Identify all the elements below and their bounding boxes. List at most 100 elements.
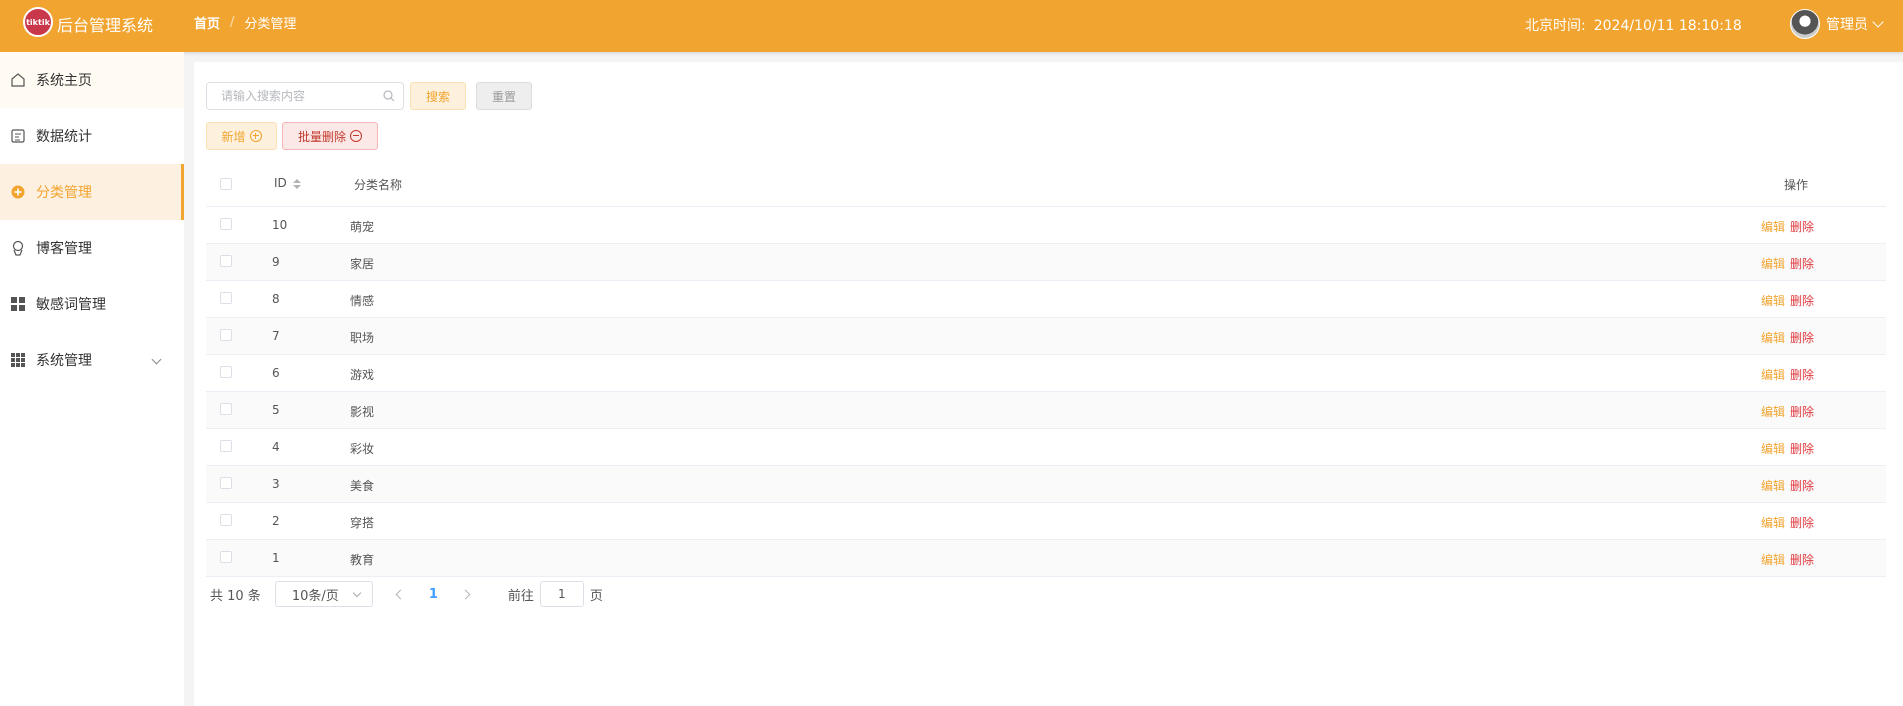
- chevron-down-icon[interactable]: [151, 354, 162, 365]
- add-button-label: 新增: [221, 129, 246, 144]
- delete-link[interactable]: 删除: [1790, 405, 1814, 419]
- edit-link[interactable]: 编辑: [1761, 368, 1785, 382]
- search-icon: [382, 89, 396, 103]
- row-id: 5: [272, 403, 280, 417]
- row-name: 家居: [350, 257, 375, 271]
- app-logo[interactable]: tiktik: [23, 7, 53, 37]
- select-all-checkbox[interactable]: [220, 178, 232, 190]
- row-name: 影视: [350, 405, 375, 419]
- avatar[interactable]: [1790, 9, 1820, 39]
- delete-link[interactable]: 删除: [1790, 479, 1814, 493]
- row-id: 9: [272, 255, 280, 269]
- row-checkbox[interactable]: [220, 255, 232, 267]
- table-row: 8 情感 编辑 删除: [206, 281, 1886, 318]
- delete-link[interactable]: 删除: [1790, 294, 1814, 308]
- row-checkbox[interactable]: [220, 551, 232, 563]
- table-row: 7 职场 编辑 删除: [206, 318, 1886, 355]
- sidebar-item-sensitive-words[interactable]: 敏感词管理: [0, 276, 184, 332]
- chevron-down-icon: [352, 588, 362, 598]
- sidebar-item-system[interactable]: 系统管理: [0, 332, 184, 388]
- category-table: ID 分类名称 操作 10 萌宠 编辑 删除 9 家居 编辑 删除 8 情感 编辑 删除 7 职场 编辑 删除…: [206, 162, 1886, 577]
- beijing-clock: 北京时间: 2024/10/11 18:10:18: [1525, 15, 1742, 35]
- page-size-value: 10条/页: [291, 588, 339, 604]
- row-checkbox[interactable]: [220, 329, 232, 341]
- top-header: tiktik 后台管理系统 首页 / 分类管理 北京时间: 2024/10/11 …: [0, 0, 1903, 52]
- edit-link[interactable]: 编辑: [1761, 516, 1785, 530]
- goto-label: 前往: [507, 588, 534, 604]
- edit-link[interactable]: 编辑: [1761, 405, 1785, 419]
- delete-link[interactable]: 删除: [1790, 257, 1814, 271]
- pagination-total: 共 10 条: [210, 588, 261, 604]
- edit-link[interactable]: 编辑: [1761, 294, 1785, 308]
- row-actions: 编辑 删除: [1761, 292, 1814, 309]
- row-name: 彩妆: [350, 442, 375, 456]
- edit-link[interactable]: 编辑: [1761, 220, 1785, 234]
- sidebar-item-home[interactable]: 系统主页: [0, 52, 184, 108]
- page-size-select[interactable]: 10条/页: [274, 581, 373, 607]
- edit-link[interactable]: 编辑: [1761, 331, 1785, 345]
- logo-text: tiktik: [26, 17, 50, 27]
- sidebar-item-label: 系统主页: [36, 73, 92, 89]
- table-row: 4 彩妆 编辑 删除: [206, 429, 1886, 466]
- row-checkbox[interactable]: [220, 366, 232, 378]
- edit-link[interactable]: 编辑: [1761, 257, 1785, 271]
- row-checkbox[interactable]: [220, 514, 232, 526]
- edit-link[interactable]: 编辑: [1761, 553, 1785, 567]
- sidebar-item-blog[interactable]: 博客管理: [0, 220, 184, 276]
- search-button[interactable]: 搜索: [410, 82, 466, 110]
- sidebar-item-label: 系统管理: [36, 353, 92, 369]
- user-menu[interactable]: 管理员: [1790, 9, 1884, 39]
- delete-link[interactable]: 删除: [1790, 442, 1814, 456]
- clock-label: 北京时间:: [1525, 18, 1586, 34]
- chevron-down-icon[interactable]: [1872, 15, 1884, 28]
- table-header: ID 分类名称 操作: [206, 162, 1886, 207]
- row-id: 8: [272, 292, 280, 306]
- header-id[interactable]: ID: [274, 176, 301, 190]
- sidebar-item-label: 博客管理: [36, 241, 92, 257]
- row-checkbox[interactable]: [220, 292, 232, 304]
- delete-link[interactable]: 删除: [1790, 553, 1814, 567]
- delete-link[interactable]: 删除: [1790, 516, 1814, 530]
- delete-link[interactable]: 删除: [1790, 368, 1814, 382]
- breadcrumb-separator: /: [230, 15, 235, 30]
- reset-button[interactable]: 重置: [476, 82, 532, 110]
- table-row: 6 游戏 编辑 删除: [206, 355, 1886, 392]
- add-button[interactable]: 新增: [206, 122, 277, 150]
- search-input[interactable]: [206, 82, 404, 110]
- home-icon: [10, 72, 26, 88]
- delete-link[interactable]: 删除: [1790, 331, 1814, 345]
- table-row: 2 穿搭 编辑 删除: [206, 503, 1886, 540]
- sidebar-item-label: 数据统计: [36, 129, 92, 145]
- user-name[interactable]: 管理员: [1826, 14, 1868, 34]
- row-id: 6: [272, 366, 280, 380]
- header-ops: 操作: [1784, 178, 1809, 192]
- row-id: 10: [272, 218, 288, 232]
- sidebar-item-category[interactable]: 分类管理: [0, 164, 184, 220]
- row-checkbox[interactable]: [220, 440, 232, 452]
- row-actions: 编辑 删除: [1761, 255, 1814, 272]
- row-checkbox[interactable]: [220, 218, 232, 230]
- chart-icon: [10, 128, 26, 144]
- row-checkbox[interactable]: [220, 477, 232, 489]
- row-checkbox[interactable]: [220, 403, 232, 415]
- delete-link[interactable]: 删除: [1790, 220, 1814, 234]
- sidebar-item-label: 敏感词管理: [36, 297, 106, 313]
- row-name: 教育: [350, 553, 375, 567]
- row-actions: 编辑 删除: [1761, 403, 1814, 420]
- blog-icon: [10, 240, 26, 256]
- sort-icon[interactable]: [292, 178, 301, 189]
- breadcrumb: 首页 / 分类管理: [194, 13, 296, 32]
- edit-link[interactable]: 编辑: [1761, 442, 1785, 456]
- row-actions: 编辑 删除: [1761, 329, 1814, 346]
- header-id-label: ID: [274, 176, 287, 190]
- edit-link[interactable]: 编辑: [1761, 479, 1785, 493]
- page-suffix: 页: [589, 588, 603, 604]
- breadcrumb-home[interactable]: 首页: [194, 13, 220, 32]
- next-page-button[interactable]: [452, 589, 480, 599]
- prev-page-button[interactable]: [387, 589, 415, 599]
- sidebar-item-statistics[interactable]: 数据统计: [0, 108, 184, 164]
- page-number-current[interactable]: 1: [429, 587, 438, 602]
- goto-page-input[interactable]: [539, 581, 584, 607]
- batch-delete-button[interactable]: 批量删除: [282, 122, 378, 150]
- chevron-right-icon: [460, 589, 471, 599]
